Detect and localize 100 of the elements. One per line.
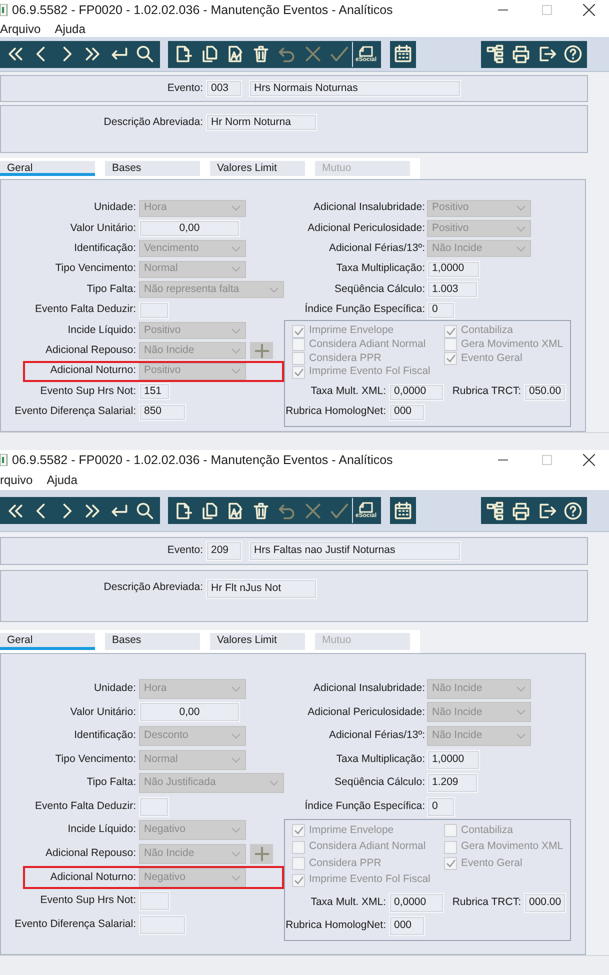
help-icon (563, 44, 583, 64)
hierarchy-icon (485, 44, 505, 64)
checkbox[interactable]: Imprime Envelope (292, 324, 444, 338)
input-field[interactable]: Hrs Normais Noturnas (249, 80, 461, 97)
field-label: Unidade: (92, 200, 137, 216)
field-label: Rubrica HomologNet: (285, 918, 387, 934)
plus-icon (254, 846, 268, 861)
checkbox[interactable]: Considera Adiant Normal (292, 338, 444, 352)
input-field[interactable]: 0,0000 (389, 384, 444, 401)
dropdown[interactable]: Não Incide (139, 342, 246, 360)
tab[interactable]: Bases (105, 633, 200, 650)
help-icon (563, 500, 583, 520)
menu-item[interactable]: Arquivo (0, 20, 41, 38)
input-field[interactable]: 1.209 (427, 773, 478, 794)
input-field[interactable] (139, 891, 170, 912)
dropdown[interactable]: Não representa falta (139, 281, 284, 298)
field-label: Adicional Repouso: (44, 343, 137, 358)
input-field[interactable]: 1.003 (427, 281, 478, 298)
trash-icon (251, 500, 271, 520)
chevron-down-icon (231, 348, 241, 354)
menu-item[interactable]: Ajuda (46, 471, 78, 489)
checkbox[interactable]: Contabiliza (444, 324, 570, 338)
menu-item[interactable]: Ajuda (54, 20, 86, 38)
checkbox[interactable]: Imprime Evento Fol Fiscal (292, 365, 444, 380)
dropdown[interactable]: Normal (139, 750, 246, 770)
chevron-down-icon (231, 686, 241, 692)
dropdown[interactable]: Não Incide (427, 726, 531, 746)
input-field[interactable]: Hrs Faltas nao Justif Noturnas (249, 541, 461, 561)
input-field[interactable]: 0,00 (139, 220, 240, 238)
checkbox[interactable]: Considera PPR (292, 352, 444, 366)
add-button[interactable] (250, 342, 273, 360)
dropdown[interactable]: Positivo (139, 322, 246, 340)
tab[interactable]: Geral (0, 633, 95, 650)
dropdown[interactable]: Não Incide (427, 702, 531, 722)
input-field[interactable]: 1,0000 (427, 750, 480, 770)
dropdown[interactable]: Desconto (139, 726, 246, 746)
dropdown[interactable]: Negativo (139, 868, 246, 888)
input-field[interactable]: 0 (427, 796, 455, 817)
checkbox[interactable]: Considera Adiant Normal (292, 839, 444, 856)
hierarchy-icon (485, 500, 505, 520)
maximize-icon (542, 455, 552, 465)
cancel-icon (303, 44, 323, 64)
checkbox[interactable]: Evento Geral (444, 352, 570, 366)
checkbox[interactable]: Gera Movimento XML (444, 338, 570, 352)
dropdown[interactable]: Positivo (427, 200, 531, 217)
input-field[interactable]: 050.00 (524, 384, 566, 401)
input-field[interactable] (139, 302, 169, 319)
trash-icon (251, 44, 271, 64)
printer-icon (511, 500, 531, 520)
input-field[interactable]: 1,0000 (427, 260, 480, 278)
dropdown[interactable]: Não Incide (427, 678, 531, 699)
input-field[interactable] (139, 796, 169, 817)
input-field[interactable] (139, 914, 186, 935)
input-field[interactable]: 209 (206, 541, 242, 561)
dropdown[interactable]: Normal (139, 260, 246, 278)
checkbox[interactable]: Gera Movimento XML (444, 839, 570, 856)
tab[interactable]: Valores Limit (210, 161, 305, 176)
dropdown[interactable]: Hora (139, 200, 246, 217)
evento-label: Evento: (166, 543, 203, 558)
dropdown[interactable]: Negativo (139, 820, 246, 840)
tab[interactable]: Bases (105, 161, 200, 176)
checkbox[interactable]: Imprime Envelope (292, 822, 444, 840)
dropdown[interactable]: Positivo (139, 362, 246, 380)
exit-icon (537, 500, 557, 520)
tab[interactable]: Geral (0, 161, 95, 176)
input-field[interactable]: 151 (139, 383, 170, 400)
field-label: Índice Função Específica: (304, 302, 426, 318)
dropdown[interactable]: Não Incide (427, 240, 531, 258)
input-field[interactable]: 000 (389, 404, 425, 421)
add-button[interactable] (250, 844, 273, 864)
field-label: Rubrica TRCT: (451, 384, 522, 400)
input-field[interactable]: 000.00 (524, 893, 566, 914)
field-label: Adicional Periculosidade: (306, 220, 426, 236)
field-label: Adicional Férias/13º: (328, 241, 426, 256)
dropdown[interactable]: Hora (139, 678, 246, 699)
checkbox[interactable]: Evento Geral (444, 856, 570, 872)
chevron-down-icon (516, 246, 526, 252)
dropdown[interactable]: Vencimento (139, 240, 246, 258)
menu-item[interactable]: rquivo (0, 471, 33, 489)
tab[interactable]: Valores Limit (210, 633, 305, 650)
evento-label: Evento: (166, 80, 203, 96)
dropdown[interactable]: Positivo (427, 220, 531, 238)
input-field[interactable]: 000 (389, 916, 425, 936)
input-field[interactable]: 0,0000 (389, 893, 444, 914)
input-field[interactable]: Hr Flt nJus Not (206, 579, 317, 599)
input-field[interactable]: 0,00 (139, 702, 240, 722)
checkbox[interactable]: Imprime Evento Fol Fiscal (292, 872, 444, 889)
checkbox[interactable]: Contabiliza (444, 822, 570, 840)
field-label: Adicional Férias/13º: (328, 728, 426, 744)
close-icon (583, 4, 595, 16)
dropdown[interactable]: Não Justificada (139, 773, 284, 794)
input-field[interactable]: 850 (139, 404, 186, 421)
checkbox[interactable]: Considera PPR (292, 856, 444, 872)
input-field[interactable]: Hr Norm Noturna (206, 114, 317, 131)
field-label: Taxa Mult. XML: (310, 895, 387, 910)
field-label: Evento Diferença Salarial: (14, 404, 137, 420)
dropdown[interactable]: Não Incide (139, 844, 246, 864)
input-field[interactable]: 003 (206, 80, 242, 97)
input-field[interactable]: 0 (427, 302, 455, 319)
field-label: Rubrica HomologNet: (285, 404, 387, 420)
